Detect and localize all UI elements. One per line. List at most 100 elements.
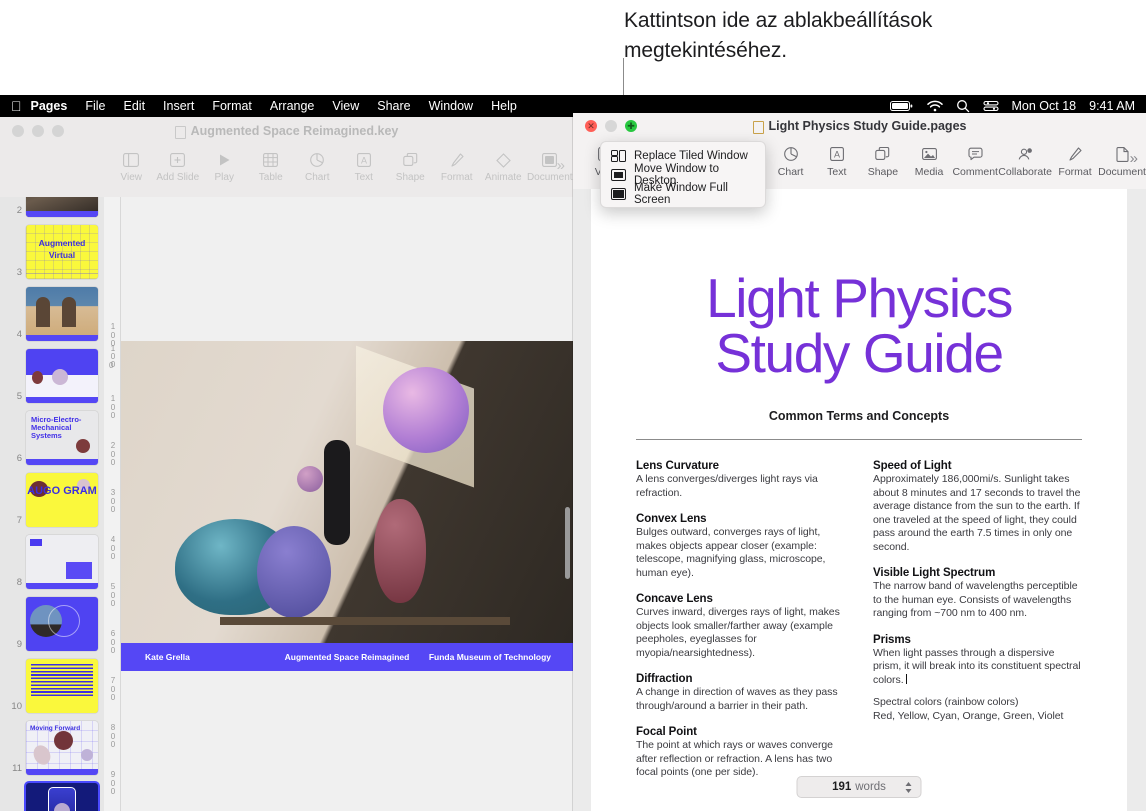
- keynote-toolbar-add-slide[interactable]: Add Slide: [155, 149, 202, 183]
- slide-content[interactable]: Kate Grella Augmented Space Reimagined F…: [121, 341, 573, 671]
- slide-thumbnail-2[interactable]: 2: [0, 197, 104, 217]
- term-focal-point: Focal Point The point at which rays or w…: [636, 726, 845, 780]
- keynote-toolbar-overflow-icon[interactable]: »: [557, 157, 565, 174]
- window-options-context-menu[interactable]: Replace Tiled Window Move Window to Desk…: [600, 141, 766, 208]
- thumbnail-image: [26, 197, 98, 217]
- keynote-toolbar-format[interactable]: Format: [434, 149, 481, 183]
- menu-bar-time[interactable]: 9:41 AM: [1089, 99, 1135, 113]
- pages-toolbar-collaborate[interactable]: Collaborate: [998, 143, 1052, 178]
- keynote-toolbar-format-label: Format: [440, 172, 473, 183]
- keynote-toolbar-play[interactable]: Play: [201, 149, 248, 183]
- slide-number: 4: [16, 329, 22, 340]
- apple-logo-icon[interactable]: : [11, 99, 22, 113]
- page-right-margin: [1127, 189, 1146, 811]
- thumbnail-image: [26, 659, 98, 713]
- pages-toolbar-shape[interactable]: Shape: [860, 143, 906, 178]
- chart-icon: [310, 149, 325, 171]
- term-extra-line-1: Spectral colors (rainbow colors): [873, 696, 1019, 708]
- shape-icon: [403, 149, 418, 171]
- keynote-toolbar-animate-label: Animate: [484, 172, 522, 183]
- thumb-3-text: Augmented Virtual: [38, 238, 86, 260]
- slide-number: 11: [12, 763, 22, 774]
- slide-thumbnail-4[interactable]: 4: [0, 287, 104, 341]
- keynote-toolbar: View Add Slide Play Table Chart A Text S…: [0, 145, 573, 197]
- document-columns: Lens Curvature A lens converges/diverges…: [591, 440, 1127, 793]
- menu-item-insert[interactable]: Insert: [154, 99, 203, 113]
- keynote-toolbar-play-label: Play: [214, 172, 234, 183]
- keynote-window[interactable]: Augmented Space Reimagined.key View Add …: [0, 117, 573, 811]
- menu-item-share[interactable]: Share: [368, 99, 419, 113]
- person-figure: [324, 440, 351, 545]
- slide-thumbnail-9[interactable]: 9: [0, 597, 104, 651]
- menu-item-format[interactable]: Format: [203, 99, 261, 113]
- document-icon: [1115, 143, 1129, 165]
- pages-toolbar-text[interactable]: A Text: [814, 143, 860, 178]
- pages-toolbar-overflow-icon[interactable]: »: [1130, 150, 1138, 167]
- keynote-slide-navigator[interactable]: 2 3 Augmented Virtual 4 5 6 Micro-Electr…: [0, 197, 104, 811]
- slide-thumbnail-10[interactable]: 10: [0, 659, 104, 713]
- keynote-toolbar-table-label: Table: [258, 172, 283, 183]
- menu-bar-status-area: Mon Oct 18 9:41 AM: [889, 99, 1146, 113]
- wifi-icon[interactable]: [926, 100, 943, 112]
- menu-item-make-window-full-screen[interactable]: Make Window Full Screen: [601, 182, 765, 206]
- pages-toolbar-comment[interactable]: Comment: [952, 143, 998, 178]
- menu-item-help[interactable]: Help: [482, 99, 526, 113]
- menu-item-arrange[interactable]: Arrange: [261, 99, 323, 113]
- slide-number: 10: [11, 701, 22, 712]
- control-center-icon[interactable]: [982, 100, 999, 112]
- term-heading: Lens Curvature: [636, 460, 719, 472]
- keynote-toolbar-text[interactable]: A Text: [341, 149, 388, 183]
- keynote-vertical-ruler: 100: [104, 197, 121, 811]
- term-heading: Concave Lens: [636, 593, 713, 605]
- menu-item-edit[interactable]: Edit: [115, 99, 155, 113]
- thumb-6-text: Micro-Electro-Mechanical Systems: [31, 415, 82, 440]
- keynote-toolbar-view[interactable]: View: [108, 149, 155, 183]
- keynote-toolbar-animate[interactable]: Animate: [480, 149, 527, 183]
- pages-document-area[interactable]: Light Physics Study Guide Common Terms a…: [573, 189, 1146, 811]
- keynote-title-bar[interactable]: Augmented Space Reimagined.key: [0, 117, 573, 145]
- search-icon[interactable]: [956, 99, 970, 113]
- keynote-toolbar-document[interactable]: Document: [527, 149, 574, 183]
- keynote-canvas-scrollbar[interactable]: [565, 507, 570, 579]
- slide-thumbnail-5[interactable]: 5: [0, 349, 104, 403]
- slide-thumbnail-6[interactable]: 6 Micro-Electro-Mechanical Systems: [0, 411, 104, 465]
- slide-thumbnail-7[interactable]: 7 AUGO GRAM: [0, 473, 104, 527]
- menu-bar-date[interactable]: Mon Oct 18: [1012, 99, 1077, 113]
- keynote-slide-canvas[interactable]: 100 100 0 100 200 300 400 500 600 700 80…: [104, 197, 573, 811]
- term-heading: Focal Point: [636, 726, 697, 738]
- format-brush-icon: [1068, 143, 1082, 165]
- thumbnail-image: [26, 287, 98, 341]
- menu-item-pages[interactable]: Pages: [22, 99, 77, 113]
- keynote-body: 2 3 Augmented Virtual 4 5 6 Micro-Electr…: [0, 197, 573, 811]
- keynote-toolbar-shape[interactable]: Shape: [387, 149, 434, 183]
- pages-toolbar-format[interactable]: Format: [1052, 143, 1098, 178]
- slide-thumbnail-8[interactable]: 8: [0, 535, 104, 589]
- term-extra-line-2: Red, Yellow, Cyan, Orange, Green, Violet: [873, 709, 1064, 722]
- pages-window[interactable]: ✕ ✚ Light Physics Study Guide.pages View: [573, 113, 1146, 811]
- slide-thumbnail-11[interactable]: 11 Moving Forward: [0, 721, 104, 775]
- pages-toolbar-chart[interactable]: Chart: [768, 143, 814, 178]
- blob-maroon: [374, 499, 427, 604]
- tiled-window-icon: [611, 149, 626, 162]
- pages-title-bar[interactable]: ✕ ✚ Light Physics Study Guide.pages: [573, 113, 1146, 139]
- slide-thumbnail-12[interactable]: 12: [0, 783, 104, 811]
- keynote-title-text: Augmented Space Reimagined.key: [190, 124, 399, 138]
- page-left-margin: [573, 189, 591, 811]
- menu-item-window[interactable]: Window: [420, 99, 482, 113]
- document-left-column: Lens Curvature A lens converges/diverges…: [636, 460, 845, 793]
- slide-thumbnail-3[interactable]: 3 Augmented Virtual: [0, 225, 104, 279]
- document-right-column: Speed of Light Approximately 186,000mi/s…: [873, 460, 1082, 793]
- menu-item-file[interactable]: File: [76, 99, 114, 113]
- document-title-line-2: Study Guide: [715, 322, 1004, 384]
- keynote-toolbar-chart[interactable]: Chart: [294, 149, 341, 183]
- document-page[interactable]: Light Physics Study Guide Common Terms a…: [591, 189, 1127, 811]
- pages-toolbar-media[interactable]: Media: [906, 143, 952, 178]
- term-convex-lens: Convex Lens Bulges outward, converges ra…: [636, 513, 845, 580]
- battery-icon[interactable]: [889, 100, 914, 112]
- word-count-badge[interactable]: 191 words: [796, 776, 922, 798]
- animate-icon: [495, 149, 511, 171]
- keynote-toolbar-table[interactable]: Table: [248, 149, 295, 183]
- menu-item-view[interactable]: View: [323, 99, 368, 113]
- pages-toolbar-document[interactable]: Document: [1098, 143, 1146, 178]
- word-count-stepper-icon[interactable]: [905, 781, 913, 794]
